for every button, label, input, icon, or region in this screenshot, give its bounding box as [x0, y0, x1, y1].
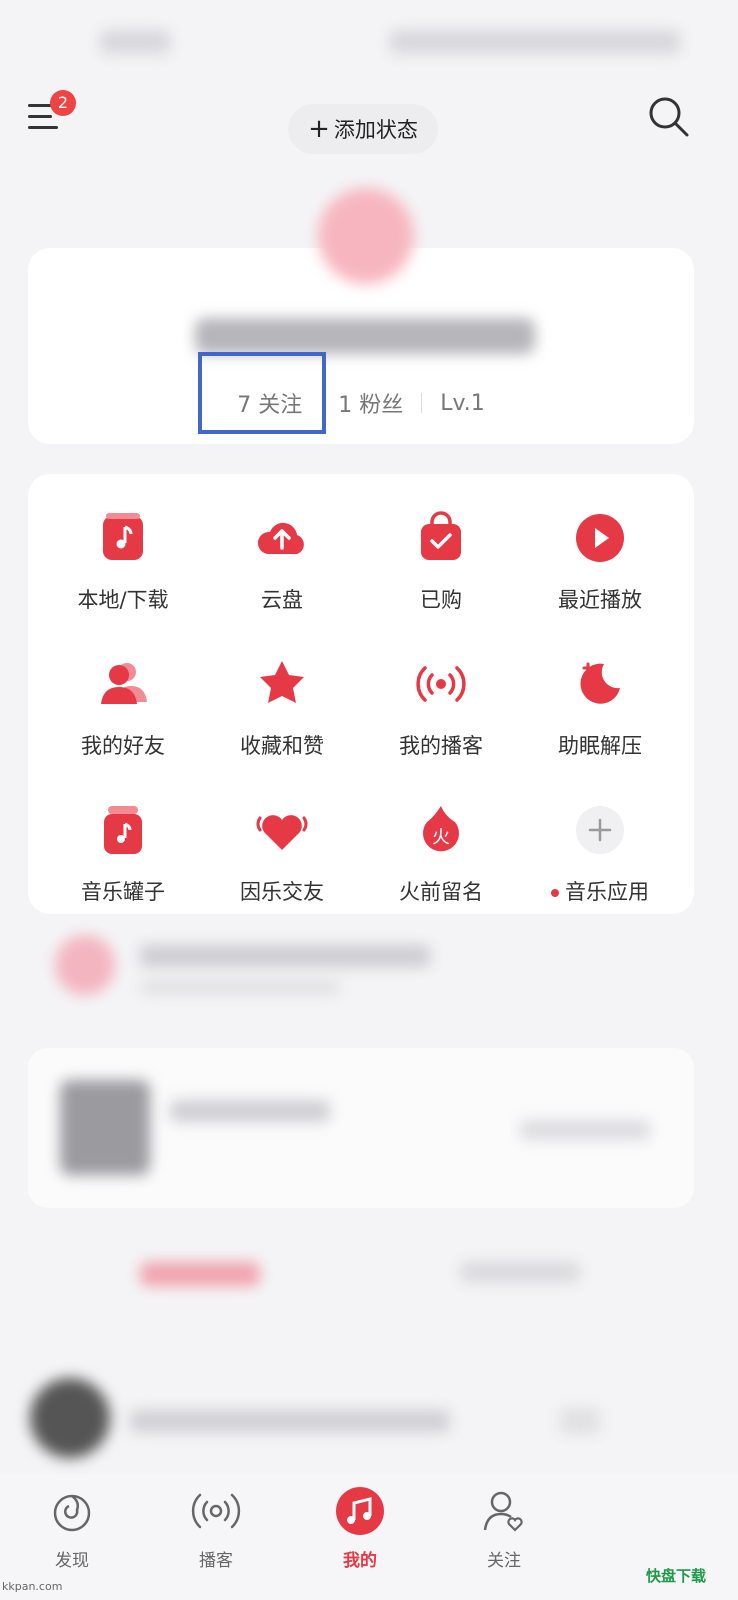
grid-item-cloud[interactable]: 云盘	[202, 510, 362, 630]
grid-item-music-apps[interactable]: 音乐应用	[520, 802, 680, 922]
grid-label: 助眠解压	[558, 734, 642, 758]
menu-button[interactable]: 2	[28, 90, 76, 134]
grid-label: 我的播客	[399, 734, 483, 758]
profile-stats: 7 关注 1 粉丝 Lv.1	[28, 380, 694, 426]
playlist-meta	[520, 1120, 650, 1140]
tab-created[interactable]	[140, 1262, 260, 1286]
grid-item-sleep[interactable]: 助眠解压	[520, 656, 680, 776]
grid-label: 音乐应用	[520, 876, 680, 906]
tab-follow[interactable]: 关注	[454, 1486, 554, 1571]
svg-text:火: 火	[432, 827, 450, 848]
fire-icon: 火	[423, 806, 459, 852]
highlight-box	[198, 352, 326, 434]
playlist-title	[170, 1100, 330, 1122]
plus-circle-icon	[576, 806, 624, 854]
banner-subtitle	[140, 980, 340, 994]
add-status-label: 添加状态	[333, 118, 418, 142]
tab-label: 我的	[343, 1551, 377, 1571]
moon-icon	[580, 662, 620, 704]
grid-label: 收藏和赞	[240, 734, 324, 758]
grid-item-fire-sign[interactable]: 火 火前留名	[361, 802, 521, 922]
discover-icon	[53, 1494, 91, 1532]
star-icon	[260, 661, 304, 703]
plus-icon: +	[308, 114, 330, 144]
tab-podcast[interactable]: 播客	[166, 1486, 266, 1571]
grid-label: 最近播放	[558, 588, 642, 612]
heart-icon	[256, 815, 308, 850]
mini-player-cover[interactable]	[30, 1378, 110, 1458]
grid-item-purchased[interactable]: 已购	[361, 510, 521, 630]
music-file-icon	[103, 513, 143, 560]
search-button[interactable]	[644, 92, 694, 142]
tab-discover[interactable]: 发现	[22, 1486, 122, 1571]
username	[195, 318, 535, 354]
grid-label: 已购	[420, 588, 462, 612]
add-status-button[interactable]: + 添加状态	[288, 104, 438, 154]
cloud-upload-icon	[257, 522, 304, 554]
grid-item-make-friends[interactable]: 因乐交友	[202, 802, 362, 922]
grid-label: 因乐交友	[240, 880, 324, 904]
grid-item-friends[interactable]: 我的好友	[43, 656, 203, 776]
grid-item-favorites[interactable]: 收藏和赞	[202, 656, 362, 776]
broadcast-icon	[416, 666, 466, 702]
watermark-left: kkpan.com	[2, 1580, 63, 1593]
play-circle-icon	[576, 514, 624, 562]
grid-label: 我的好友	[81, 734, 165, 758]
notification-badge: 2	[50, 90, 76, 116]
music-jar-icon	[104, 806, 142, 854]
friends-icon	[101, 663, 147, 704]
podcast-icon	[191, 1493, 241, 1529]
user-level[interactable]: Lv.1	[422, 391, 503, 416]
followers-count[interactable]: 1 粉丝	[320, 387, 421, 419]
grid-label: 本地/下载	[77, 588, 169, 612]
bottom-tab-bar: 发现 播客 我的 关注	[0, 1474, 738, 1600]
status-bar-time	[100, 30, 170, 54]
avatar[interactable]	[318, 188, 414, 284]
grid-item-recent-play[interactable]: 最近播放	[520, 510, 680, 630]
grid-label: 火前留名	[399, 880, 483, 904]
follow-icon	[483, 1491, 523, 1532]
banner-avatar[interactable]	[55, 935, 115, 995]
grid-item-music-jar[interactable]: 音乐罐子	[43, 802, 203, 922]
watermark-right: 快盘下载	[646, 1567, 707, 1585]
mini-player-controls[interactable]	[560, 1408, 600, 1434]
grid-item-local-download[interactable]: 本地/下载	[43, 510, 203, 630]
search-icon	[649, 97, 689, 137]
tab-label: 发现	[55, 1551, 89, 1571]
music-note-icon	[336, 1487, 384, 1535]
grid-label: 音乐罐子	[81, 880, 165, 904]
mini-player-title	[130, 1410, 450, 1432]
tab-label: 播客	[199, 1551, 233, 1571]
new-dot	[551, 889, 559, 897]
playlist-cover[interactable]	[60, 1080, 150, 1175]
grid-label: 云盘	[261, 588, 303, 612]
banner-title	[140, 945, 430, 967]
grid-item-my-podcast[interactable]: 我的播客	[361, 656, 521, 776]
tab-label: 关注	[487, 1551, 521, 1571]
status-bar-indicators	[390, 30, 680, 54]
tab-collected[interactable]	[460, 1262, 580, 1282]
tab-mine[interactable]: 我的	[310, 1486, 410, 1571]
shopping-bag-icon	[421, 511, 461, 560]
